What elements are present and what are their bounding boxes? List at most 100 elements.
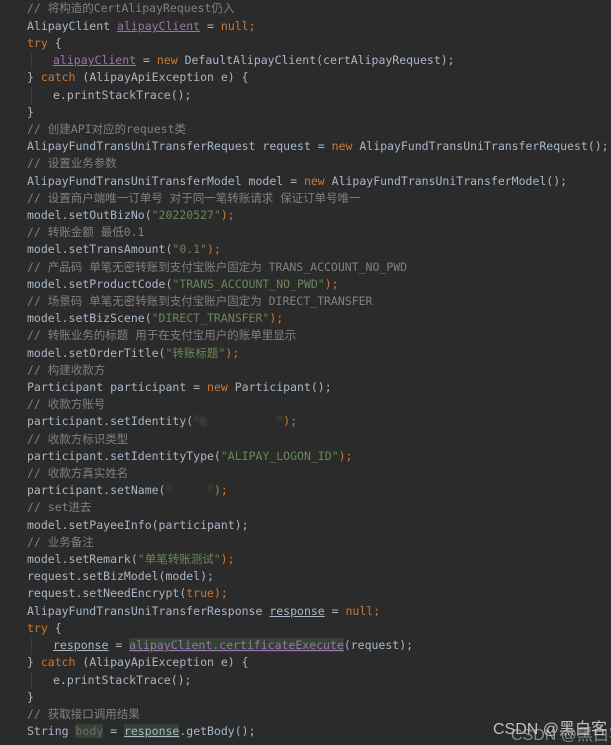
highlighted-call: alipayClient.certificateExecute <box>129 638 344 652</box>
code-line[interactable]: } catch (AlipayApiException e) { <box>0 69 611 86</box>
type-name: String <box>27 724 76 738</box>
code-line[interactable]: // 收款方账号 <box>0 396 611 413</box>
code-text: ); <box>207 242 221 256</box>
operator: = <box>108 638 130 652</box>
unused-variable: body <box>75 724 104 738</box>
code-text: request.setBizModel(model); <box>27 569 214 583</box>
code-line[interactable]: AlipayFundTransUniTransferModel model = … <box>0 173 611 190</box>
keyword: true <box>186 586 214 600</box>
code-text: AlipayFundTransUniTransferModel model = <box>27 174 304 188</box>
comment: // 设置业务参数 <box>27 156 117 170</box>
comment: // set进去 <box>27 500 92 514</box>
code-line[interactable]: // set进去 <box>0 499 611 516</box>
code-line[interactable]: model.setProductCode("TRANS_ACCOUNT_NO_P… <box>0 276 611 293</box>
code-text: participant.setIdentity( <box>27 414 194 428</box>
keyword: catch <box>40 70 76 84</box>
code-line[interactable]: // 收款方标识类型 <box>0 431 611 448</box>
code-text: .getBody(); <box>179 724 256 738</box>
brace: } <box>27 655 41 669</box>
code-line[interactable]: // 设置业务参数 <box>0 155 611 172</box>
code-text: participant.setIdentityType( <box>27 449 221 463</box>
code-line[interactable]: // 场景码 单笔无密转账到支付宝账户固定为 DIRECT_TRANSFER <box>0 293 611 310</box>
comment: // 收款方账号 <box>27 397 106 411</box>
code-text: e.printStackTrace(); <box>53 673 192 687</box>
code-line[interactable]: e.printStackTrace(); <box>0 87 611 104</box>
code-line[interactable]: model.setTransAmount("0.1"); <box>0 241 611 258</box>
code-line[interactable]: e.printStackTrace(); <box>0 672 611 689</box>
code-line[interactable]: // 收款方真实姓名 <box>0 465 611 482</box>
code-line[interactable]: request.setBizModel(model); <box>0 568 611 585</box>
comment: // 创建API对应的request类 <box>27 122 187 136</box>
code-text: (request); <box>343 638 414 652</box>
comment: // 收款方标识类型 <box>27 432 129 446</box>
keyword: new <box>207 380 228 394</box>
comment: // 产品码 单笔无密转账到支付宝账户固定为 TRANS_ACCOUNT_NO_… <box>27 260 408 274</box>
code-line[interactable]: // 构建收款方 <box>0 362 611 379</box>
code-line[interactable]: // 创建API对应的request类 <box>0 121 611 138</box>
variable-ref: response <box>269 604 325 618</box>
code-line[interactable]: AlipayFundTransUniTransferResponse respo… <box>0 603 611 620</box>
code-text: (AlipayApiException e) { <box>75 70 249 84</box>
code-line[interactable]: // 将构造的CertAlipayRequest仍入 <box>0 0 611 17</box>
comment: // 场景码 单笔无密转账到支付宝账户固定为 DIRECT_TRANSFER <box>27 294 373 308</box>
code-line[interactable]: try { <box>0 620 611 637</box>
code-text: model.setProductCode( <box>27 277 173 291</box>
code-line[interactable]: try { <box>0 35 611 52</box>
code-line[interactable]: participant.setIdentity("c "); <box>0 413 611 430</box>
code-line[interactable]: // 设置商户端唯一订单号 对于同一笔转账请求 保证订单号唯一 <box>0 190 611 207</box>
code-text: AlipayFundTransUniTransferRequest(); <box>352 139 609 153</box>
type-name: AlipayClient <box>27 19 118 33</box>
string-literal: "DIRECT_TRANSFER" <box>151 311 270 325</box>
code-line[interactable]: Participant participant = new Participan… <box>0 379 611 396</box>
code-text: ); <box>213 586 228 600</box>
code-line[interactable]: alipayClient = new DefaultAlipayClient(c… <box>0 52 611 69</box>
code-text: model.setOutBizNo( <box>27 208 152 222</box>
comment: // 设置商户端唯一订单号 对于同一笔转账请求 保证订单号唯一 <box>27 191 361 205</box>
code-line[interactable]: model.setBizScene("DIRECT_TRANSFER"); <box>0 310 611 327</box>
code-text: request.setNeedEncrypt( <box>27 586 187 600</box>
code-line[interactable]: model.setPayeeInfo(participant); <box>0 517 611 534</box>
code-text: model.setTransAmount( <box>27 242 173 256</box>
comment: // 获取接口调用结果 <box>27 707 140 721</box>
field-ref: alipayClient <box>53 53 137 67</box>
comment: // 将构造的CertAlipayRequest仍入 <box>27 1 235 15</box>
brace: } <box>27 105 34 119</box>
semicolon: ; <box>248 19 256 33</box>
code-line[interactable]: model.setOrderTitle("转账标题"); <box>0 345 611 362</box>
keyword: null <box>220 19 249 33</box>
code-line[interactable]: // 转账金额 最低0.1 <box>0 224 611 241</box>
code-line[interactable]: } catch (AlipayApiException e) { <box>0 654 611 671</box>
redacted-string: "c " <box>193 414 284 428</box>
code-text: model.setPayeeInfo(participant); <box>27 518 249 532</box>
code-line[interactable]: } <box>0 104 611 121</box>
code-line[interactable]: request.setNeedEncrypt(true); <box>0 585 611 602</box>
code-line[interactable]: // 业务备注 <box>0 534 611 551</box>
string-literal: "TRANS_ACCOUNT_NO_PWD" <box>172 277 325 291</box>
brace: { <box>47 36 62 50</box>
keyword: new <box>331 139 353 153</box>
code-text: Participant participant = <box>27 380 208 394</box>
code-line[interactable]: participant.setIdentityType("ALIPAY_LOGO… <box>0 448 611 465</box>
variable-ref: response <box>53 638 109 652</box>
code-line[interactable]: response = alipayClient.certificateExecu… <box>0 637 611 654</box>
brace: } <box>27 690 34 704</box>
code-line[interactable]: // 转账业务的标题 用于在支付宝用户的账单里显示 <box>0 327 611 344</box>
code-line[interactable]: // 产品码 单笔无密转账到支付宝账户固定为 TRANS_ACCOUNT_NO_… <box>0 259 611 276</box>
code-text: AlipayFundTransUniTransferModel(); <box>324 174 568 188</box>
code-text: model.setRemark( <box>27 552 138 566</box>
code-text: (AlipayApiException e) { <box>75 655 249 669</box>
comment: // 转账金额 最低0.1 <box>27 225 145 239</box>
code-line[interactable]: AlipayFundTransUniTransferRequest reques… <box>0 138 611 155</box>
comment: // 构建收款方 <box>27 363 106 377</box>
code-line[interactable]: } <box>0 689 611 706</box>
code-text: model.setBizScene( <box>27 311 152 325</box>
string-literal: "单笔转账测试" <box>137 552 221 566</box>
keyword: null <box>345 604 374 618</box>
code-line[interactable]: participant.setName(" "); <box>0 482 611 499</box>
code-line[interactable]: model.setRemark("单笔转账测试"); <box>0 551 611 568</box>
code-line[interactable]: AlipayClient alipayClient = null; <box>0 18 611 35</box>
code-editor[interactable]: // 将构造的CertAlipayRequest仍入 AlipayClient … <box>0 0 611 744</box>
code-line[interactable]: model.setOutBizNo("20220527"); <box>0 207 611 224</box>
operator: = <box>324 604 346 618</box>
string-literal: "20220527" <box>151 208 221 222</box>
